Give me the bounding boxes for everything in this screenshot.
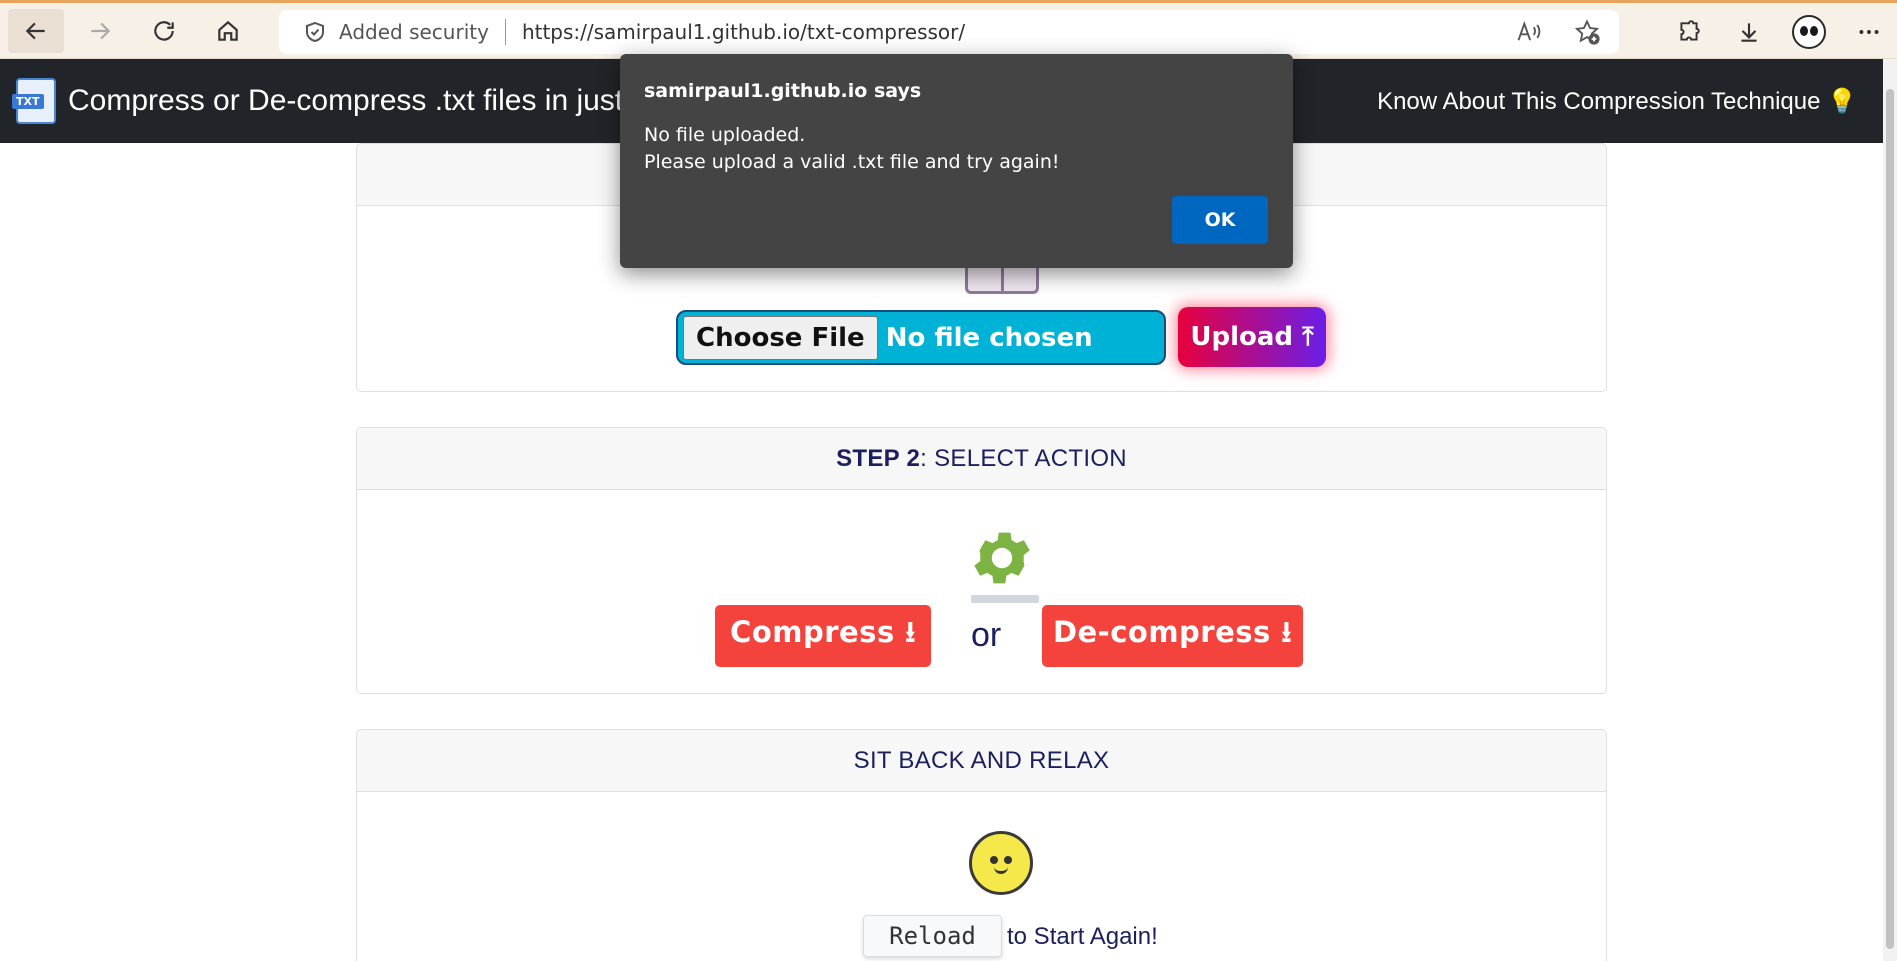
or-label: or xyxy=(971,616,1002,654)
gear-icon xyxy=(965,523,1039,603)
step2-card: STEP 2: SELECT ACTION Compress ⭳ or De-c… xyxy=(356,427,1607,694)
refresh-icon xyxy=(154,20,174,41)
txt-file-icon: TXT xyxy=(12,78,56,124)
security-label[interactable]: Added security xyxy=(339,20,489,44)
step2-header: STEP 2: SELECT ACTION xyxy=(357,428,1606,490)
forward-button[interactable] xyxy=(72,9,128,53)
site-title[interactable]: Compress or De-compress .txt files in ju… xyxy=(68,84,623,118)
page-scrollbar[interactable] xyxy=(1883,59,1897,961)
dialog-message-line2: Please upload a valid .txt file and try … xyxy=(644,151,1060,173)
choose-file-button[interactable]: Choose File xyxy=(683,315,878,360)
home-icon xyxy=(218,20,238,41)
favorite-add-icon[interactable] xyxy=(1573,18,1601,46)
folder-icon xyxy=(965,262,1039,294)
profile-button[interactable] xyxy=(1781,10,1837,54)
compression-info-link[interactable]: Know About This Compression Technique 💡 xyxy=(1377,87,1857,116)
compress-button[interactable]: Compress ⭳ xyxy=(715,605,931,667)
reload-button[interactable]: Reload xyxy=(863,915,1002,957)
more-button[interactable] xyxy=(1841,10,1897,54)
address-actions xyxy=(1515,18,1601,46)
dialog-title: samirpaul1.github.io says xyxy=(644,80,922,102)
address-divider xyxy=(504,19,506,45)
decompress-button[interactable]: De-compress ⭳ xyxy=(1042,605,1303,667)
download-icon xyxy=(1741,23,1757,42)
shield-icon xyxy=(306,21,324,43)
more-dots-icon xyxy=(1859,30,1879,34)
downloads-button[interactable] xyxy=(1721,10,1777,54)
upload-button[interactable]: Upload ⤒ xyxy=(1178,307,1326,367)
panda-avatar-icon xyxy=(1792,15,1826,49)
ok-button[interactable]: OK xyxy=(1172,196,1268,244)
forward-arrow-icon xyxy=(91,22,111,39)
scrollbar-thumb[interactable] xyxy=(1886,89,1894,949)
read-aloud-icon[interactable] xyxy=(1515,18,1543,46)
gear-stand xyxy=(971,595,1039,603)
refresh-button[interactable] xyxy=(136,9,192,53)
url-text[interactable]: https://samirpaul1.github.io/txt-compres… xyxy=(522,20,965,44)
browser-toolbar: Added security https://samirpaul1.github… xyxy=(0,0,1897,59)
back-arrow-icon xyxy=(25,22,45,39)
step3-card: SIT BACK AND RELAX Reload to Start Again… xyxy=(356,729,1607,961)
step3-header: SIT BACK AND RELAX xyxy=(357,730,1606,792)
dialog-message-line1: No file uploaded. xyxy=(644,124,806,146)
address-bar[interactable]: Added security https://samirpaul1.github… xyxy=(279,10,1619,54)
alert-dialog: samirpaul1.github.io says No file upload… xyxy=(620,54,1293,268)
browser-right-tools xyxy=(1657,10,1897,54)
back-button[interactable] xyxy=(8,8,64,53)
txt-badge: TXT xyxy=(12,94,44,109)
home-button[interactable] xyxy=(200,9,256,53)
step2-label: STEP 2 xyxy=(836,444,921,472)
dialog-message: No file uploaded. Please upload a valid … xyxy=(644,122,1060,176)
smiley-icon xyxy=(969,831,1033,895)
file-status-text: No file chosen xyxy=(885,322,1093,353)
extensions-button[interactable] xyxy=(1661,10,1717,54)
start-again-text: to Start Again! xyxy=(1007,923,1158,950)
puzzle-icon xyxy=(1680,20,1700,41)
step2-title: : SELECT ACTION xyxy=(920,444,1127,472)
file-input[interactable]: Choose File No file chosen xyxy=(676,310,1166,365)
